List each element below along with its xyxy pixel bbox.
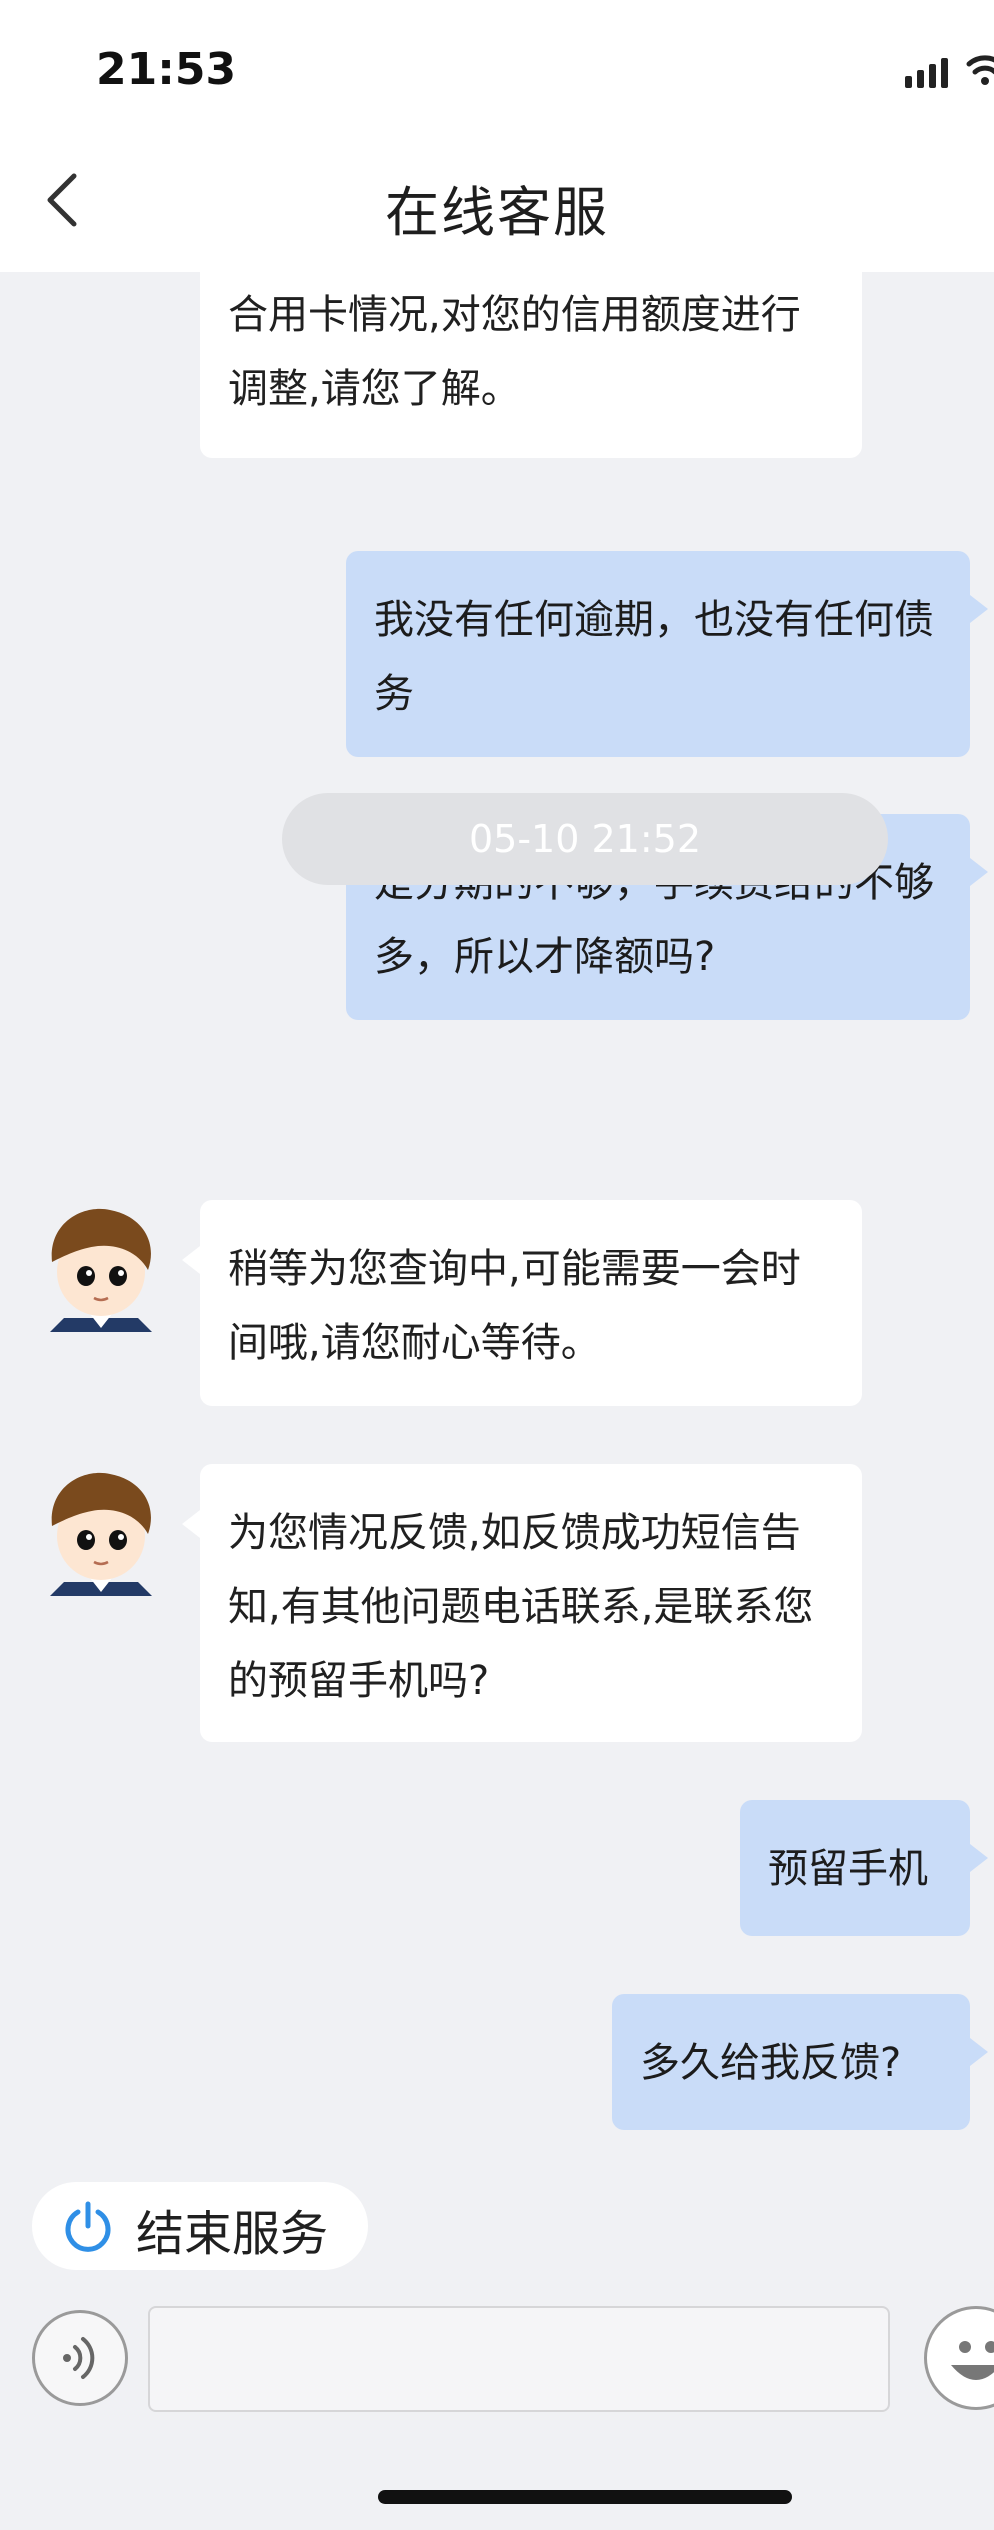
- end-service-label: 结束服务: [136, 2206, 329, 2262]
- message-text: 多久给我反馈?: [640, 2040, 902, 2086]
- agent-avatar: [50, 1472, 152, 1596]
- page-title: 在线客服: [385, 181, 609, 244]
- message-input[interactable]: [148, 2306, 890, 2412]
- top-bar: 21:53 在线客服: [0, 0, 994, 272]
- message-agent: 为您情况反馈,如反馈成功短信告知,有其他问题电话联系,是联系您的预留手机吗?: [182, 1464, 862, 1742]
- message-text: 预留手机: [768, 1846, 928, 1892]
- message-text: 稍等为您查询中,可能需要一会时间哦,请您耐心等待。: [228, 1246, 801, 1366]
- message-user: 预留手机: [740, 1800, 988, 1936]
- voice-input-button[interactable]: [32, 2310, 128, 2406]
- end-service-button[interactable]: 结束服务: [32, 2182, 368, 2270]
- emoji-icon: [951, 2341, 994, 2380]
- home-indicator: [378, 2490, 792, 2504]
- message-user: 多久给我反馈?: [612, 1994, 988, 2130]
- message-text: 为您情况反馈,如反馈成功短信告知,有其他问题电话联系,是联系您的预留手机吗?: [228, 1510, 814, 1704]
- agent-avatar: [50, 1208, 152, 1332]
- message-user: 我没有任何逾期，也没有任何债务: [346, 551, 988, 757]
- wifi-icon: [966, 55, 994, 85]
- power-icon: [65, 2201, 111, 2252]
- signal-icon: [905, 58, 953, 88]
- message-timestamp: 05-10 21:52: [282, 793, 888, 885]
- message-text: 我没有任何逾期，也没有任何债务: [374, 597, 934, 717]
- message-agent: 稍等为您查询中,可能需要一会时间哦,请您耐心等待。: [182, 1200, 862, 1406]
- status-time: 21:53: [96, 44, 237, 95]
- emoji-button[interactable]: [924, 2306, 994, 2410]
- voice-icon: [63, 2337, 95, 2379]
